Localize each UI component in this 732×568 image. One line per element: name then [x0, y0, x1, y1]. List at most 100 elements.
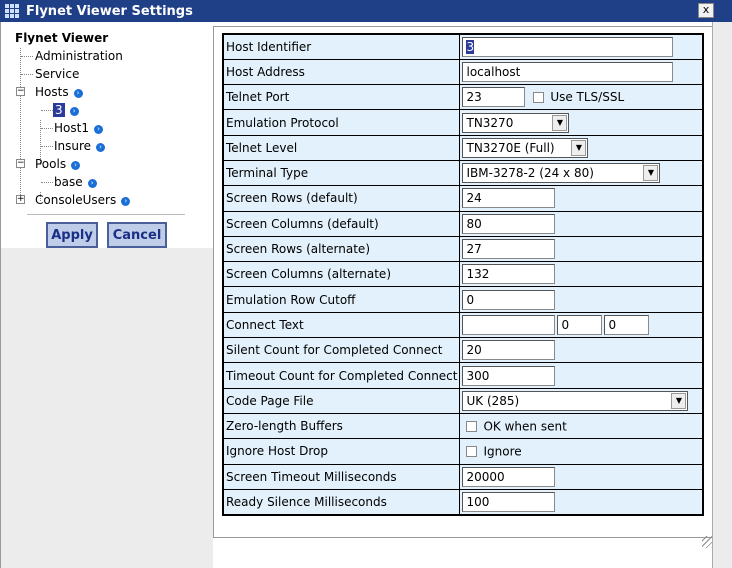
table-row: Telnet Level TN3270E (Full) ▼ — [222, 134, 704, 161]
collapse-icon[interactable]: − — [16, 87, 25, 96]
screen-rows-default-input[interactable]: 24 — [462, 188, 556, 209]
screen-cols-alt-label: Screen Columns (alternate) — [222, 261, 461, 288]
emulation-protocol-select[interactable]: TN3270 ▼ — [462, 112, 570, 133]
table-row: Host Identifier 3 — [222, 33, 704, 60]
zero-length-buffers-check-label: OK when sent — [483, 419, 567, 434]
tree-item-consoleusers[interactable]: + ConsoleUsers › — [9, 191, 209, 209]
tree-item-label: Service — [35, 67, 80, 81]
tree-item-insure[interactable]: Insure › — [9, 137, 209, 155]
host-identifier-input[interactable]: 3 — [462, 36, 674, 57]
title-bar: Flynet Viewer Settings x — [0, 0, 732, 22]
navigation-tree-panel: Flynet Viewer Administration Service − H… — [9, 26, 209, 248]
ignore-host-drop-checkbox[interactable] — [466, 446, 478, 458]
screen-timeout-label: Screen Timeout Milliseconds — [222, 463, 461, 490]
arrow-right-icon[interactable]: › — [73, 89, 83, 98]
screen-timeout-input[interactable]: 20000 — [462, 466, 556, 487]
use-tls-checkbox[interactable] — [533, 91, 545, 103]
table-row: Screen Rows (alternate) 27 — [222, 235, 704, 263]
arrow-right-icon[interactable]: › — [71, 161, 81, 170]
table-row: Emulation Protocol TN3270 ▼ — [222, 109, 704, 136]
close-button[interactable]: x — [698, 3, 714, 18]
tree-item-hosts[interactable]: − Hosts › — [9, 83, 209, 101]
tree-item-label: 3 — [53, 103, 65, 117]
connect-text-count-input[interactable]: 0 — [557, 314, 603, 335]
screen-cols-default-input[interactable]: 80 — [462, 213, 556, 234]
chevron-down-icon[interactable]: ▼ — [671, 392, 687, 409]
arrow-right-icon[interactable]: › — [87, 179, 97, 188]
terminal-type-value: IBM-3278-2 (24 x 80) — [466, 166, 594, 181]
arrow-right-icon[interactable]: › — [96, 143, 106, 152]
table-row: Silent Count for Completed Connect 20 — [222, 337, 704, 364]
code-page-file-select[interactable]: UK (285) ▼ — [462, 390, 689, 411]
host-address-input[interactable]: localhost — [462, 61, 674, 82]
telnet-level-value: TN3270E (Full) — [466, 140, 555, 155]
expand-icon[interactable]: + — [16, 195, 25, 204]
cancel-button[interactable]: Cancel — [107, 222, 167, 248]
chevron-down-icon[interactable]: ▼ — [643, 165, 659, 182]
table-row: Emulation Row Cutoff 0 — [222, 286, 704, 313]
screen-rows-alt-input[interactable]: 27 — [462, 239, 556, 260]
telnet-port-input[interactable]: 23 — [462, 87, 526, 108]
window-right-edge — [712, 22, 732, 568]
zero-length-buffers-checkbox[interactable] — [466, 420, 478, 432]
emulation-row-cutoff-label: Emulation Row Cutoff — [222, 286, 461, 313]
tree-item-pools[interactable]: − Pools › — [9, 155, 209, 173]
tree-root[interactable]: Flynet Viewer — [15, 29, 209, 47]
apply-button[interactable]: Apply — [46, 222, 98, 248]
ignore-host-drop-check-label: Ignore — [483, 444, 522, 459]
table-row: Timeout Count for Completed Connect 300 — [222, 362, 704, 389]
arrow-right-icon[interactable]: › — [93, 125, 103, 134]
tree-item-label: Host1 — [54, 121, 89, 135]
screen-cols-alt-input[interactable]: 132 — [462, 264, 556, 285]
connect-text-delay-input[interactable]: 0 — [604, 314, 650, 335]
separator — [27, 214, 185, 215]
emulation-protocol-value: TN3270 — [466, 115, 514, 130]
tree-item-label: Hosts — [35, 85, 69, 99]
table-row: Connect Text 00 — [222, 311, 704, 339]
connect-text-input[interactable] — [462, 314, 556, 335]
emulation-protocol-label: Emulation Protocol — [222, 109, 461, 136]
table-row: Terminal Type IBM-3278-2 (24 x 80) ▼ — [222, 159, 704, 187]
connect-text-label: Connect Text — [222, 311, 461, 339]
host-address-label: Host Address — [222, 58, 461, 86]
terminal-type-label: Terminal Type — [222, 159, 461, 187]
code-page-file-value: UK (285) — [466, 393, 520, 408]
tree-item-label: base — [54, 175, 83, 189]
navigation-tree: Flynet Viewer Administration Service − H… — [9, 26, 209, 209]
tree-item-label: Administration — [35, 49, 123, 63]
zero-length-buffers-label: Zero-length Buffers — [222, 412, 461, 440]
settings-table: Host Identifier 3 Host Address localhost… — [222, 33, 704, 516]
chevron-down-icon[interactable]: ▼ — [571, 139, 587, 156]
table-row: Screen Columns (alternate) 132 — [222, 261, 704, 288]
ready-silence-label: Ready Silence Milliseconds — [222, 488, 461, 516]
table-row: Telnet Port 23 Use TLS/SSL — [222, 84, 704, 111]
screen-rows-alt-label: Screen Rows (alternate) — [222, 235, 461, 263]
settings-panel: Host Identifier 3 Host Address localhost… — [213, 26, 714, 538]
terminal-type-select[interactable]: IBM-3278-2 (24 x 80) ▼ — [462, 163, 661, 184]
host-identifier-value: 3 — [466, 39, 475, 54]
screen-rows-default-label: Screen Rows (default) — [222, 185, 461, 212]
arrow-right-icon[interactable]: › — [121, 197, 131, 206]
table-row: Screen Columns (default) 80 — [222, 210, 704, 237]
tree-item-service[interactable]: Service — [9, 65, 209, 83]
app-icon — [4, 3, 20, 19]
tree-item-label: Pools — [35, 157, 67, 171]
tree-item-host-3[interactable]: 3 › — [9, 101, 209, 119]
silent-count-input[interactable]: 20 — [462, 340, 556, 361]
ready-silence-input[interactable]: 100 — [462, 491, 556, 512]
tree-item-label: ConsoleUsers — [35, 193, 117, 207]
table-row: Ignore Host Drop Ignore — [222, 438, 704, 465]
timeout-count-input[interactable]: 300 — [462, 365, 556, 386]
telnet-level-select[interactable]: TN3270E (Full) ▼ — [462, 137, 589, 158]
timeout-count-label: Timeout Count for Completed Connect — [222, 362, 461, 389]
code-page-file-label: Code Page File — [222, 387, 461, 414]
collapse-icon[interactable]: − — [16, 159, 25, 168]
tree-item-host1[interactable]: Host1 › — [9, 119, 209, 137]
chevron-down-icon[interactable]: ▼ — [552, 114, 568, 131]
screen-cols-default-label: Screen Columns (default) — [222, 210, 461, 237]
emulation-row-cutoff-input[interactable]: 0 — [462, 289, 556, 310]
tree-item-administration[interactable]: Administration — [9, 47, 209, 65]
tree-item-base[interactable]: base › — [9, 173, 209, 191]
settings-window: Flynet Viewer Administration Service − H… — [0, 22, 732, 568]
arrow-right-icon[interactable]: › — [69, 107, 79, 116]
